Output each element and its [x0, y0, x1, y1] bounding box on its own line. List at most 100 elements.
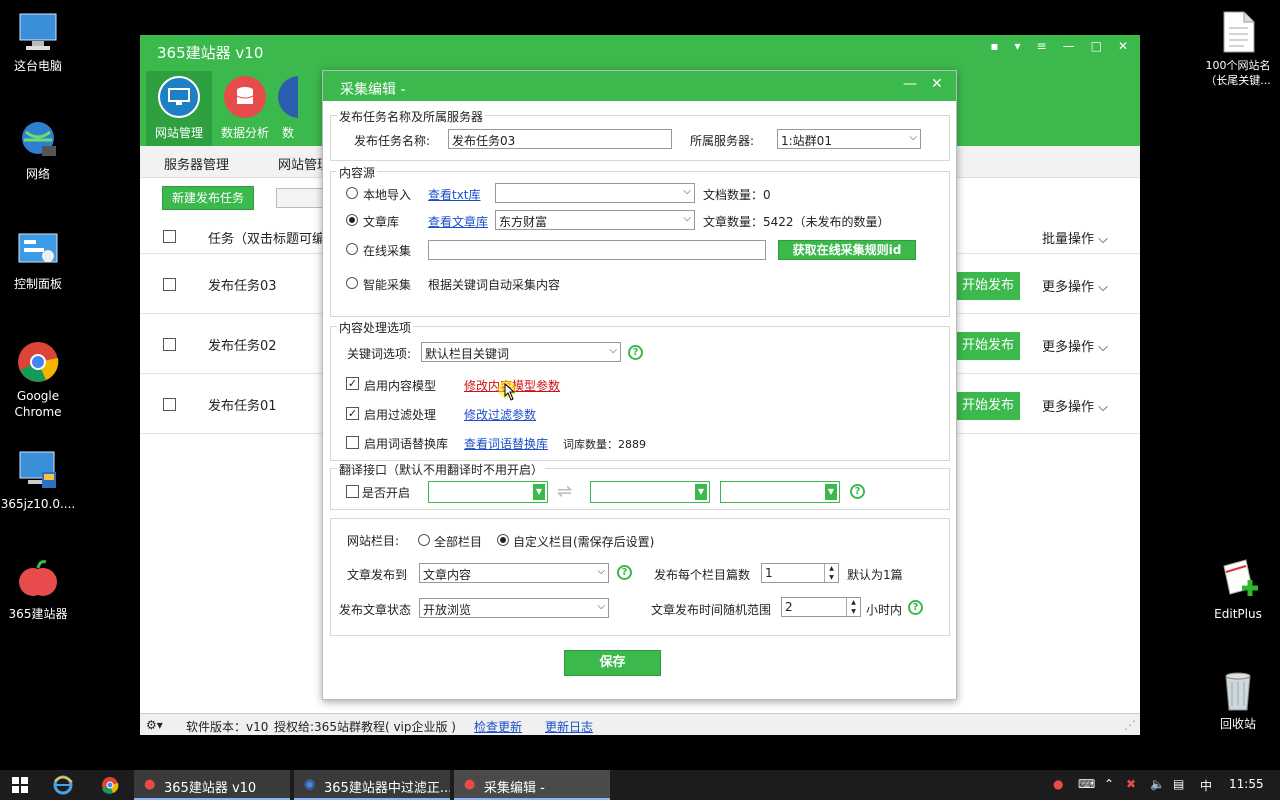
nav-site-management[interactable]: 网站管理 — [146, 71, 212, 146]
windows-start-icon[interactable] — [10, 775, 30, 795]
input-method-icon[interactable]: ⌨ — [1078, 777, 1095, 791]
desktop-icon-label: Google Chrome — [14, 389, 62, 419]
nav-data-analysis[interactable]: 数据分析 — [212, 71, 278, 146]
help-icon[interactable]: ? — [908, 600, 923, 615]
chevron-down-icon: ▼ — [695, 484, 707, 500]
volume-icon[interactable]: 🔈 — [1150, 777, 1165, 791]
source-language-select[interactable]: ▼ — [590, 481, 710, 503]
new-task-button[interactable]: 新建发布任务 — [162, 186, 254, 210]
close-icon[interactable]: ✕ — [1118, 39, 1128, 53]
desktop-icon-recycle-bin[interactable]: 回收站 — [1198, 668, 1278, 732]
skin-shirt-icon[interactable]: ▾ — [1015, 39, 1021, 53]
resize-grip-icon[interactable]: ⋰ — [1124, 718, 1136, 732]
desktop-icon-editplus[interactable]: EditPlus — [1198, 558, 1278, 622]
start-publish-button[interactable]: 开始发布 — [950, 272, 1020, 300]
row-checkbox[interactable] — [163, 338, 176, 351]
view-library-link[interactable]: 查看文章库 — [428, 213, 488, 230]
ie-browser-icon[interactable] — [53, 775, 73, 795]
per-column-stepper[interactable]: 1 ▲ ▼ — [761, 563, 839, 583]
nav-data[interactable]: 数 — [278, 71, 298, 146]
translation-enable-checkbox[interactable] — [346, 485, 359, 498]
more-ops-dropdown[interactable]: 更多操作 ⌵ — [1042, 336, 1108, 355]
online-collect-radio[interactable] — [346, 243, 358, 255]
smart-collect-radio[interactable] — [346, 277, 358, 289]
chevron-down-icon: ⌵ — [1098, 232, 1109, 247]
synonym-link[interactable]: 查看词语替换库 — [464, 435, 548, 452]
help-icon[interactable]: ? — [850, 484, 865, 499]
keyword-option-select[interactable]: 默认栏目关键词 ⌵ — [421, 342, 621, 362]
task-name-input[interactable]: 发布任务03 — [448, 129, 672, 149]
minimize-icon[interactable]: — — [903, 76, 917, 92]
more-ops-label: 更多操作 — [1042, 400, 1095, 415]
minimize-icon[interactable]: — — [1063, 39, 1075, 53]
row-checkbox[interactable] — [163, 278, 176, 291]
apple-tray-icon[interactable]: ● — [1053, 777, 1063, 791]
taskbar-task-dialog[interactable]: ● 采集编辑 - — [454, 770, 610, 800]
custom-columns-radio[interactable] — [497, 534, 509, 546]
content-model-checkbox[interactable]: ✓ — [346, 377, 359, 390]
start-publish-button[interactable]: 开始发布 — [950, 392, 1020, 420]
help-icon[interactable]: ? — [628, 345, 643, 360]
network-icon[interactable]: ▤ — [1173, 777, 1184, 791]
menu-icon[interactable]: ≡ — [1037, 39, 1047, 53]
settings-gear-icon[interactable]: ⚙▾ — [146, 718, 163, 732]
subnav-server-management[interactable]: 服务器管理 — [164, 154, 229, 173]
synonym-checkbox[interactable] — [346, 436, 359, 449]
show-hidden-icons[interactable]: ⌃ — [1104, 777, 1114, 791]
maximize-icon[interactable]: □ — [1091, 39, 1102, 53]
filter-link[interactable]: 修改过滤参数 — [464, 406, 536, 423]
clock[interactable]: 11:55 — [1229, 777, 1264, 791]
article-library-radio[interactable] — [346, 214, 358, 226]
chevron-down-icon: ⌵ — [597, 601, 605, 612]
desktop-icon-label: 网络 — [25, 167, 50, 181]
time-range-stepper[interactable]: 2 ▲ ▼ — [781, 597, 861, 617]
translation-api-select[interactable]: ▼ — [428, 481, 548, 503]
all-columns-radio[interactable] — [418, 534, 430, 546]
row-checkbox[interactable] — [163, 398, 176, 411]
desktop-icon-365[interactable]: 365建站器 — [0, 558, 76, 622]
filter-checkbox[interactable]: ✓ — [346, 407, 359, 420]
stepper-arrows-icon[interactable]: ▲ ▼ — [846, 598, 860, 616]
txt-select[interactable]: ⌵ — [495, 183, 695, 203]
desktop-icon-control-panel[interactable]: 控制面板 — [0, 228, 76, 292]
help-icon[interactable]: ? — [617, 565, 632, 580]
local-import-radio[interactable] — [346, 187, 358, 199]
online-rule-input[interactable] — [428, 240, 766, 260]
taskbar-task-chrome[interactable]: ◉ 365建站器中过滤正... — [294, 770, 450, 800]
library-value: 东方财富 — [499, 215, 548, 229]
check-update-link[interactable]: 检查更新 — [474, 718, 522, 735]
chat-icon[interactable]: ▪ — [990, 39, 998, 53]
chrome-icon — [16, 340, 60, 384]
changelog-link[interactable]: 更新日志 — [545, 718, 593, 735]
security-alert-icon[interactable]: ✖ — [1126, 777, 1136, 791]
select-all-checkbox[interactable] — [163, 230, 176, 243]
publish-to-select[interactable]: 文章内容 ⌵ — [419, 563, 609, 583]
library-select[interactable]: 东方财富 ⌵ — [495, 210, 695, 230]
desktop-icon-network[interactable]: 网络 — [0, 118, 76, 182]
get-online-rule-button[interactable]: 获取在线采集规则id — [778, 240, 916, 260]
desktop-icon-label: 回收站 — [1219, 717, 1256, 731]
stepper-arrows-icon[interactable]: ▲ ▼ — [824, 564, 838, 582]
task-name: 发布任务03 — [208, 279, 277, 294]
more-ops-dropdown[interactable]: 更多操作 ⌵ — [1042, 396, 1108, 415]
more-ops-dropdown[interactable]: 更多操作 ⌵ — [1042, 276, 1108, 295]
server-select[interactable]: 1:站群01 ⌵ — [777, 129, 921, 149]
taskbar-task-main[interactable]: ● 365建站器 v10 — [134, 770, 290, 800]
desktop-icon-this-pc[interactable]: 这台电脑 — [0, 10, 76, 74]
save-button[interactable]: 保存 — [564, 650, 661, 676]
close-icon[interactable]: ✕ — [931, 76, 943, 92]
publish-status-select[interactable]: 开放浏览 ⌵ — [419, 598, 609, 618]
desktop-icon-text-file[interactable]: 100个网站名（长尾关键... — [1198, 10, 1278, 88]
desktop-icon-installer[interactable]: 365jz10.0.... — [0, 448, 76, 512]
search-input[interactable] — [276, 188, 324, 208]
start-publish-button[interactable]: 开始发布 — [950, 332, 1020, 360]
swap-arrows-icon[interactable]: ⇌ — [557, 481, 572, 502]
ime-indicator[interactable]: 中 — [1200, 777, 1212, 794]
batch-ops-header[interactable]: 批量操作 ⌵ — [1042, 228, 1108, 247]
chevron-down-icon: ⌵ — [1098, 280, 1109, 295]
view-txt-link[interactable]: 查看txt库 — [428, 186, 481, 203]
batch-ops-label: 批量操作 — [1042, 232, 1095, 247]
chrome-taskbar-icon[interactable] — [100, 775, 120, 795]
target-language-select[interactable]: ▼ — [720, 481, 840, 503]
desktop-icon-chrome[interactable]: Google Chrome — [0, 340, 76, 420]
